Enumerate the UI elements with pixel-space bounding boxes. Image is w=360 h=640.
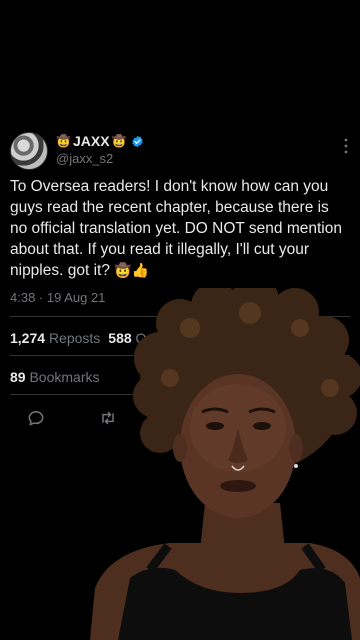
avatar[interactable] [10, 132, 48, 170]
person-overlay [90, 288, 360, 640]
display-name: JAXX [72, 133, 110, 149]
author-handle[interactable]: @jaxx_s2 [56, 151, 113, 166]
verified-badge-icon [132, 135, 144, 147]
more-vertical-icon[interactable] [344, 138, 348, 154]
cowboy-thumbs-up-emoji-icon: 🤠👍 [114, 263, 150, 279]
author-name-row[interactable]: 🤠 JAXX 🤠 [56, 133, 144, 149]
cowboy-emoji-icon: 🤠 [56, 134, 71, 148]
cowboy-emoji-icon: 🤠 [111, 134, 127, 148]
tweet-body: To Oversea readers! I don't know how can… [10, 178, 342, 279]
video-frame: 🤠 JAXX 🤠 @jaxx_s2 To Oversea readers! I … [0, 0, 360, 640]
tweet-text: To Oversea readers! I don't know how can… [10, 176, 348, 282]
